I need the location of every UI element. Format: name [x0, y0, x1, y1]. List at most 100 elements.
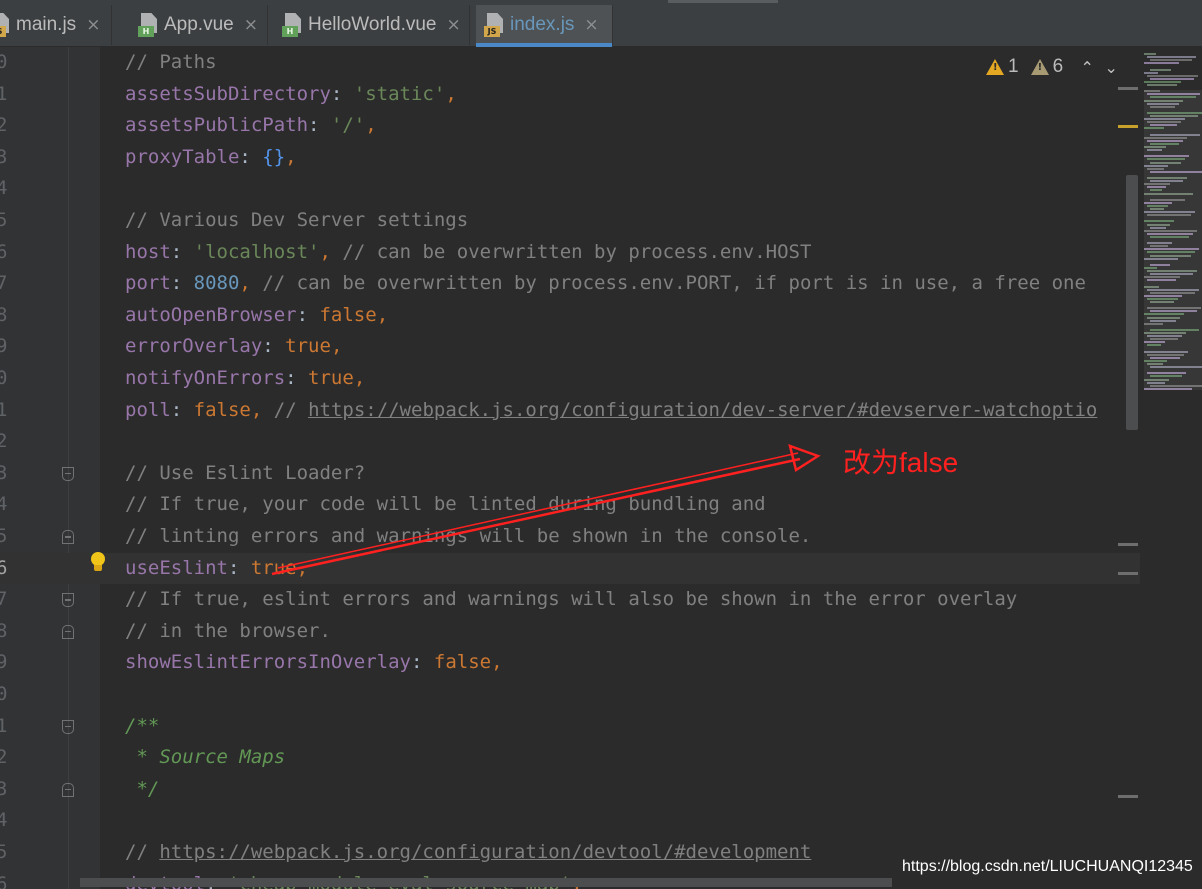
code-line[interactable]: 2 assetsPublicPath: '/', [0, 110, 1140, 142]
code-line[interactable]: 0 // Paths [0, 47, 1140, 79]
code-token-comment: // Paths [125, 51, 217, 73]
code-line[interactable]: 2 * Source Maps [0, 742, 1140, 774]
code-token-prop: proxyTable [125, 145, 240, 168]
code-line[interactable]: 2 [0, 426, 1140, 458]
warning-stripe-marker[interactable] [1118, 125, 1138, 128]
code-token-comment: // in the browser. [125, 619, 331, 642]
code-line[interactable]: 7 // If true, eslint errors and warnings … [0, 584, 1140, 616]
code-line[interactable]: 5 // linting errors and warnings will be … [0, 521, 1140, 553]
code-token-prop: port [125, 272, 171, 295]
code-token-prop: notifyOnErrors [125, 367, 286, 389]
tab-main-js[interactable]: JS main.js × [0, 5, 112, 45]
vertical-scrollbar[interactable] [1126, 175, 1138, 430]
annotation-text: 改为false [843, 447, 959, 478]
vue-file-icon: H [138, 13, 160, 37]
tab-app-vue[interactable]: H App.vue × [130, 5, 268, 45]
code-text: * Source Maps [125, 742, 285, 774]
horizontal-scrollbar[interactable] [80, 878, 892, 887]
tab-helloworld-vue[interactable]: H HelloWorld.vue × [274, 5, 470, 45]
close-icon[interactable]: × [446, 15, 460, 35]
error-icon [986, 59, 1004, 75]
error-stripe-marker[interactable] [1118, 87, 1138, 90]
code-line[interactable]: 9 errorOverlay: true, [0, 331, 1140, 363]
tab-label: HelloWorld.vue [308, 14, 437, 35]
close-icon[interactable]: × [584, 15, 598, 35]
code-line[interactable]: 3 // Use Eslint Loader? [0, 458, 1140, 490]
file-type-badge: JS [0, 26, 6, 37]
code-token-comment: // If true, your code will be linted dur… [125, 493, 766, 516]
code-token-plain: : [285, 367, 309, 389]
code-token-punct: , [353, 367, 366, 389]
code-line[interactable]: 4 [0, 173, 1140, 205]
code-line[interactable]: 1 poll: false, // https://webpack.js.org/… [0, 395, 1140, 427]
code-line[interactable]: 0 notifyOnErrors: true, [0, 363, 1140, 395]
code-editor[interactable]: 0// Paths 1 assetsSubDirectory: 'static', 2… [0, 47, 1140, 889]
code-text: autoOpenBrowser: false, [125, 300, 388, 332]
error-stripe-marker[interactable] [1118, 795, 1138, 798]
warning-icon [1030, 59, 1049, 75]
code-line[interactable]: 8 // in the browser. [0, 616, 1140, 648]
code-line[interactable]: 0 [0, 679, 1140, 711]
code-token-plain: : [330, 82, 354, 105]
code-token-comment: // [125, 841, 160, 863]
code-line[interactable]: 5 // Various Dev Server settings [0, 205, 1140, 237]
current-code-line[interactable]: 6 useEslint: true, [0, 552, 1140, 585]
line-number: 2 [0, 430, 8, 453]
code-line[interactable]: 7 port: 8080, // can be overwritten by pr… [0, 268, 1140, 300]
line-number: 1 [0, 82, 8, 105]
error-stripe-marker[interactable] [1118, 572, 1138, 575]
code-text: // linting errors and warnings will be s… [125, 521, 811, 553]
lightbulb-icon[interactable] [90, 552, 106, 574]
code-token-comment: // [273, 398, 309, 421]
code-token-punct: , [330, 335, 343, 358]
line-number: 2 [0, 746, 8, 769]
warning-count: 6 [1052, 56, 1064, 77]
line-number: 4 [0, 809, 8, 832]
code-text: */ [125, 774, 159, 806]
code-line[interactable]: 6 host: 'localhost', // can be overwritte… [0, 237, 1140, 269]
chevron-up-icon[interactable]: ⌃ [1075, 58, 1099, 77]
line-number: 0 [0, 683, 8, 705]
error-stripe-marker[interactable] [1118, 543, 1138, 546]
fold-open-icon[interactable] [62, 719, 74, 734]
code-token-punct: , [445, 82, 457, 105]
close-icon[interactable]: × [86, 15, 100, 35]
code-text: port: 8080, // can be overwritten by pro… [125, 268, 1086, 300]
line-number: 4 [0, 177, 8, 200]
code-text: notifyOnErrors: true, [125, 363, 365, 395]
minimap-line [1150, 68, 1171, 71]
code-token-plain: : [262, 335, 286, 358]
code-text: errorOverlay: true, [125, 331, 342, 363]
line-number: 3 [0, 777, 8, 800]
line-number: 1 [0, 398, 8, 421]
fold-open-icon[interactable] [62, 593, 74, 608]
minimap-line [1144, 53, 1156, 55]
code-token-url[interactable]: https://webpack.js.org/configuration/dev… [308, 399, 1097, 421]
code-line[interactable]: 9 showEslintErrorsInOverlay: false, [0, 647, 1140, 679]
fold-open-icon[interactable] [62, 466, 74, 481]
fold-close-icon[interactable] [62, 530, 74, 544]
chevron-down-icon[interactable]: ⌄ [1099, 58, 1123, 77]
inspection-widget[interactable]: 1 6 ⌃ ⌄ [986, 54, 1123, 80]
code-token-prop: errorOverlay [125, 335, 263, 358]
line-number: 6 [0, 872, 8, 889]
code-line[interactable]: 3 proxyTable: {}, [0, 142, 1140, 174]
close-icon[interactable]: × [244, 15, 258, 35]
code-token-str: '/' [330, 114, 366, 137]
code-line[interactable]: 8 autoOpenBrowser: false, [0, 300, 1140, 332]
minimap-viewport[interactable] [1144, 90, 1202, 390]
code-line[interactable]: 1 /** [0, 711, 1140, 743]
js-file-icon: JS [0, 13, 12, 37]
tab-index-js[interactable]: JS index.js × [476, 5, 613, 47]
code-token-plain: : [170, 240, 194, 263]
code-line[interactable]: 4 [0, 805, 1140, 837]
code-line[interactable]: 1 assetsSubDirectory: 'static', [0, 79, 1140, 111]
line-number: 8 [0, 619, 8, 642]
code-line[interactable]: 3 */ [0, 774, 1140, 806]
code-token-url[interactable]: https://webpack.js.org/configuration/dev… [159, 841, 811, 863]
code-token-prop: host [125, 240, 171, 263]
code-line[interactable]: 4 // If true, your code will be linted du… [0, 489, 1140, 521]
file-type-badge: H [138, 26, 154, 37]
fold-close-icon[interactable] [62, 782, 74, 797]
fold-close-icon[interactable] [62, 624, 74, 639]
